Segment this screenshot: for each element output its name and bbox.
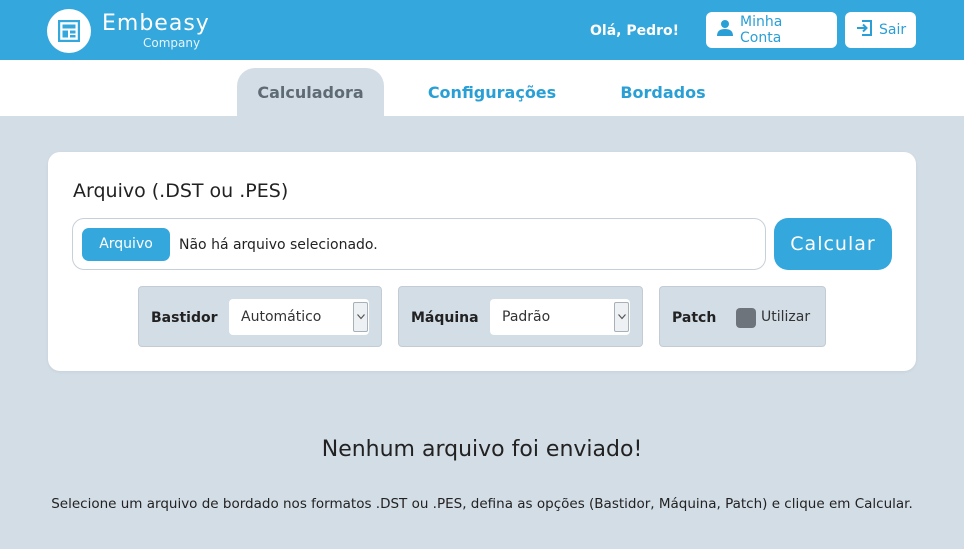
logout-button[interactable]: Sair xyxy=(845,12,916,48)
bastidor-select[interactable]: Automático xyxy=(229,299,369,335)
tab-bar: Calculadora Configurações Bordados xyxy=(0,60,964,116)
upload-card: Arquivo (.DST ou .PES) Arquivo Não há ar… xyxy=(48,152,916,371)
maquina-label: Máquina xyxy=(411,310,479,326)
bastidor-selected-value: Automático xyxy=(241,309,322,325)
patch-checkbox-label[interactable]: Utilizar xyxy=(761,308,810,326)
user-icon xyxy=(716,19,734,41)
choose-file-button[interactable]: Arquivo xyxy=(82,228,170,261)
file-status-text: Não há arquivo selecionado. xyxy=(179,237,378,253)
maquina-selected-value: Padrão xyxy=(502,309,551,325)
brand-subtitle: Company xyxy=(143,36,201,50)
maquina-select[interactable]: Padrão xyxy=(490,299,630,335)
chevron-down-icon[interactable] xyxy=(353,302,368,332)
logout-icon xyxy=(855,19,873,41)
my-account-button[interactable]: Minha Conta xyxy=(706,12,837,48)
bastidor-label: Bastidor xyxy=(151,310,218,326)
calculate-button[interactable]: Calcular xyxy=(774,218,892,270)
bastidor-option: Bastidor Automático xyxy=(138,286,382,347)
chevron-down-icon[interactable] xyxy=(614,302,629,332)
brand-name: Embeasy xyxy=(102,11,210,36)
patch-option: Patch Utilizar xyxy=(659,286,826,347)
maquina-option: Máquina Padrão xyxy=(398,286,643,347)
file-input[interactable]: Arquivo Não há arquivo selecionado. xyxy=(72,218,766,270)
empty-state-description: Selecione um arquivo de bordado nos form… xyxy=(51,496,913,512)
tab-bordados[interactable]: Bordados xyxy=(610,68,716,116)
tab-calculadora[interactable]: Calculadora xyxy=(237,68,384,116)
tab-configuracoes[interactable]: Configurações xyxy=(420,68,564,116)
top-bar: Embeasy Company Olá, Pedro! Minha Conta … xyxy=(0,0,964,60)
my-account-label: Minha Conta xyxy=(740,14,783,46)
user-greeting: Olá, Pedro! xyxy=(590,23,680,39)
empty-state-title: Nenhum arquivo foi enviado! xyxy=(321,437,643,462)
patch-checkbox[interactable] xyxy=(736,308,756,328)
logout-label: Sair xyxy=(879,22,907,38)
upload-title: Arquivo (.DST ou .PES) xyxy=(73,180,289,202)
logo-icon[interactable] xyxy=(47,9,91,53)
patch-label: Patch xyxy=(672,310,717,326)
